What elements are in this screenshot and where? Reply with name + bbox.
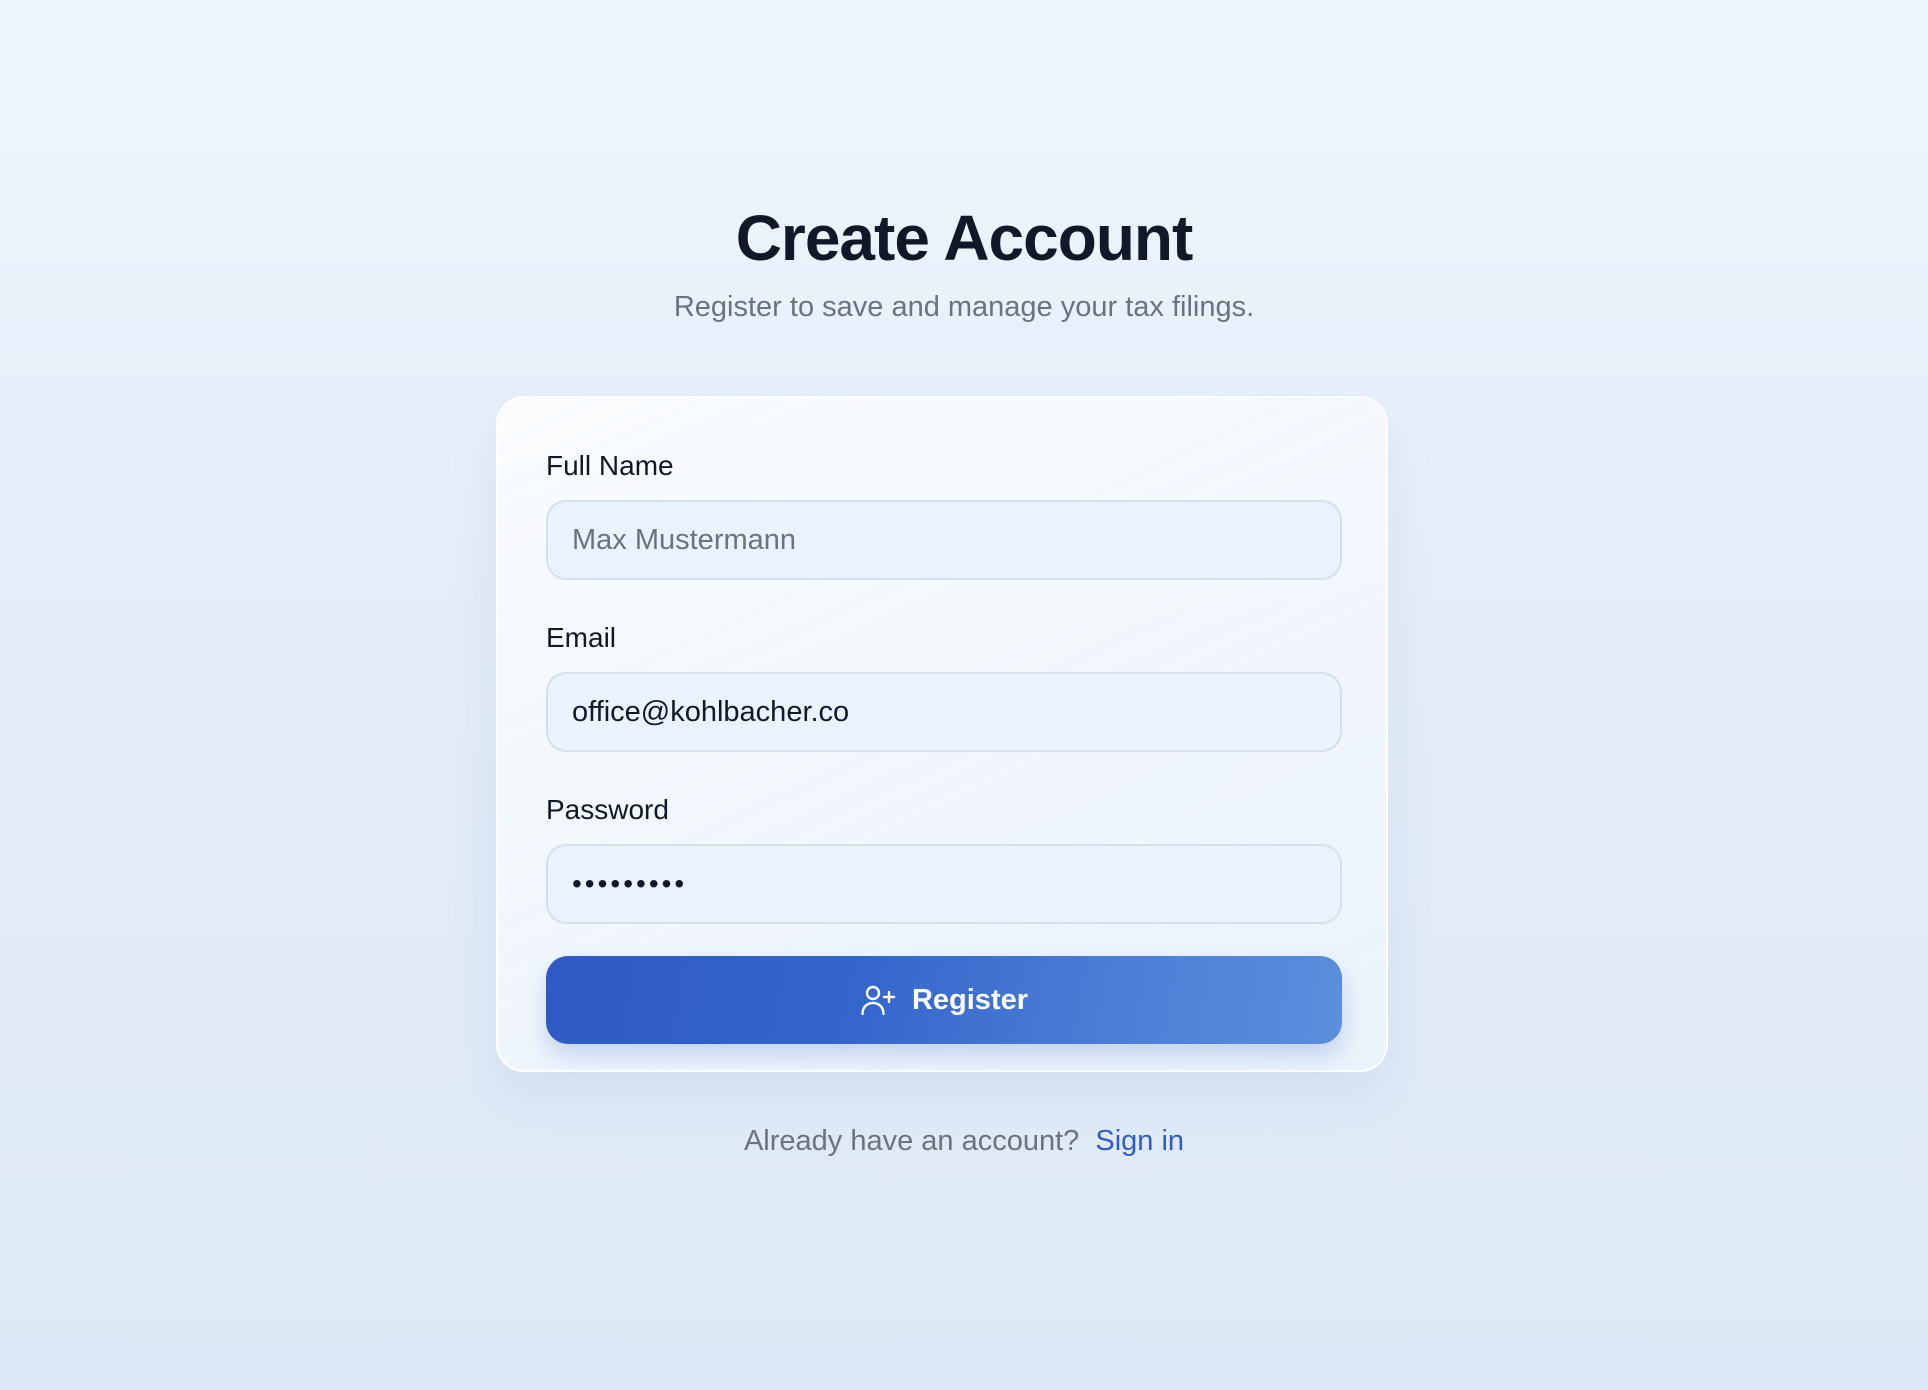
user-plus-icon — [860, 982, 896, 1018]
email-label: Email — [546, 622, 617, 653]
register-page: Create Account Register to save and mana… — [0, 0, 1928, 1390]
signin-prompt-text: Already have an account? — [743, 1125, 1080, 1157]
email-input[interactable] — [546, 672, 1342, 752]
registration-card: Full Name Email Password Register — [496, 396, 1388, 1072]
page-header: Create Account Register to save and mana… — [0, 200, 1928, 326]
email-field: Email — [546, 620, 1342, 752]
password-field: Password — [546, 792, 1342, 924]
signin-prompt: Already have an account? Sign in — [0, 1122, 1928, 1160]
register-button-label: Register — [911, 983, 1029, 1016]
full-name-field: Full Name — [546, 448, 1342, 580]
signin-link[interactable]: Sign in — [1095, 1125, 1184, 1157]
register-button[interactable]: Register — [546, 956, 1342, 1044]
password-input[interactable] — [546, 844, 1342, 924]
full-name-input[interactable] — [546, 500, 1342, 580]
full-name-label: Full Name — [546, 450, 674, 481]
password-label: Password — [546, 794, 669, 825]
page-subtitle: Register to save and manage your tax fil… — [673, 291, 1255, 323]
page-title: Create Account — [735, 202, 1194, 274]
